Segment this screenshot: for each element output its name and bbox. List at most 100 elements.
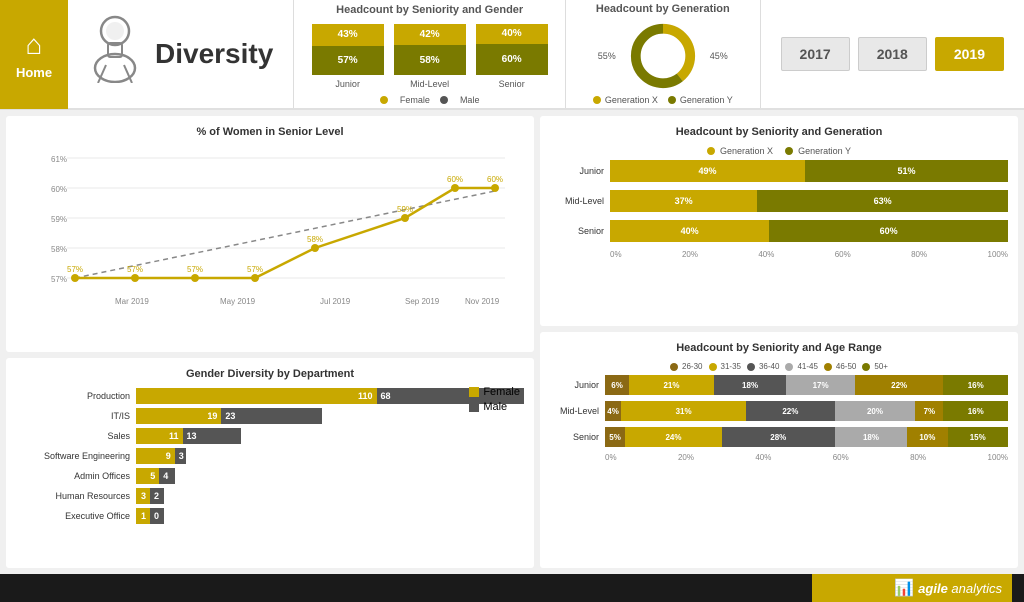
junior-male-bar: 57%	[312, 46, 384, 76]
svg-text:61%: 61%	[51, 155, 67, 164]
age-x-axis: 0% 20% 40% 60% 80% 100%	[605, 453, 1008, 462]
dept-name-admin: Admin Offices	[16, 471, 136, 481]
dept-name-production: Production	[16, 391, 136, 401]
left-column: % of Women in Senior Level 61% 60% 59% 5…	[0, 110, 540, 574]
gen-y-pct: 45%	[710, 51, 728, 61]
senior-41-45: 18%	[835, 427, 908, 447]
dept-bars-admin: 5 4	[136, 468, 524, 484]
seniority-age-chart: Headcount by Seniority and Age Range 26-…	[540, 332, 1018, 568]
home-label: Home	[16, 65, 52, 80]
women-senior-chart: % of Women in Senior Level 61% 60% 59% 5…	[6, 116, 534, 352]
hr-male-bar: 2	[150, 488, 164, 504]
gender-diversity-title: Gender Diversity by Department	[16, 368, 524, 380]
svg-text:58%: 58%	[51, 245, 67, 254]
age-36-40-label: 36-40	[759, 362, 779, 371]
midlevel-gen-y-bar: 63%	[757, 190, 1008, 212]
year-filter: 2017 2018 2019	[761, 37, 1024, 71]
home-button[interactable]: ⌂ Home	[0, 0, 68, 109]
midlevel-gen-row: Mid-Level 37% 63%	[550, 190, 1008, 212]
age-41-45-dot	[785, 363, 793, 371]
svg-text:May 2019: May 2019	[220, 297, 256, 306]
midlevel-26-30: 4%	[605, 401, 621, 421]
senior-bar-group: 40% 60% Senior	[476, 24, 548, 89]
year-2018-button[interactable]: 2018	[858, 37, 927, 71]
softeng-female-bar: 9	[136, 448, 175, 464]
gen-x-legend-label: Generation X	[720, 146, 773, 156]
dept-bars-hr: 3 2	[136, 488, 524, 504]
junior-female-bar: 43%	[312, 24, 384, 46]
junior-label: Junior	[335, 79, 360, 89]
junior-bar-group: 43% 57% Junior	[312, 24, 384, 89]
gen-x-label: Generation X	[605, 95, 658, 105]
age-31-35-dot	[709, 363, 717, 371]
brand-name: agile analytics	[918, 581, 1002, 596]
headcount-gen-title: Headcount by Generation	[582, 3, 743, 15]
junior-gen-label: Junior	[550, 166, 610, 176]
dept-bars-exec: 1 0	[136, 508, 524, 524]
female-legend-item: Female	[469, 386, 520, 398]
gen-x-pct: 55%	[598, 51, 616, 61]
dept-name-itis: IT/IS	[16, 411, 136, 421]
age-50plus-dot	[862, 363, 870, 371]
senior-gen-label: Senior	[550, 226, 610, 236]
midlevel-36-40: 22%	[746, 401, 835, 421]
dept-bars: Production 110 68 IT/IS 19 23 Sale	[16, 388, 524, 524]
male-legend-box	[469, 402, 479, 412]
senior-bar-stack: 40% 60%	[476, 24, 548, 76]
diversity-section: Diversity	[68, 0, 294, 108]
svg-text:Jul 2019: Jul 2019	[320, 297, 351, 306]
gen-y-label: Generation Y	[680, 95, 733, 105]
age-26-30-label: 26-30	[682, 362, 702, 371]
midlevel-age-label: Mid-Level	[550, 406, 605, 416]
dept-row-admin: Admin Offices 5 4	[16, 468, 524, 484]
senior-female-bar: 40%	[476, 24, 548, 45]
year-2019-button[interactable]: 2019	[935, 37, 1004, 71]
seniority-age-title: Headcount by Seniority and Age Range	[550, 342, 1008, 354]
chart-icon: 📊	[894, 578, 914, 598]
gender-diversity-chart: Gender Diversity by Department Productio…	[6, 358, 534, 568]
svg-text:57%: 57%	[127, 265, 143, 274]
gen-legend: Generation X Generation Y	[582, 95, 743, 105]
midlevel-bar-stack: 42% 58%	[394, 24, 466, 76]
itis-male-bar: 23	[221, 408, 322, 424]
headcount-gender-panel: Headcount by Seniority and Gender 43% 57…	[294, 0, 566, 108]
midlevel-gen-x-bar: 37%	[610, 190, 757, 212]
gender-legend: Female Male	[310, 95, 549, 105]
header: ⌂ Home Diversity Headcount by Seniority …	[0, 0, 1024, 110]
admin-female-bar: 5	[136, 468, 159, 484]
seniority-gen-title: Headcount by Seniority and Generation	[550, 126, 1008, 138]
svg-text:Sep 2019: Sep 2019	[405, 297, 440, 306]
senior-36-40: 28%	[722, 427, 835, 447]
main-content: % of Women in Senior Level 61% 60% 59% 5…	[0, 110, 1024, 574]
svg-text:57%: 57%	[247, 265, 263, 274]
midlevel-31-35: 31%	[621, 401, 746, 421]
right-column: Headcount by Seniority and Generation Ge…	[540, 110, 1024, 574]
junior-41-45: 17%	[786, 375, 855, 395]
junior-36-40: 18%	[714, 375, 787, 395]
senior-age-row: Senior 5% 24% 28% 18% 10% 15%	[550, 427, 1008, 447]
midlevel-50plus: 16%	[943, 401, 1007, 421]
sales-female-bar: 11	[136, 428, 183, 444]
women-senior-title: % of Women in Senior Level	[16, 126, 524, 138]
midlevel-age-bars: 4% 31% 22% 20% 7% 16%	[605, 401, 1008, 421]
junior-26-30: 6%	[605, 375, 629, 395]
dept-name-exec: Executive Office	[16, 511, 136, 521]
age-46-50-dot	[824, 363, 832, 371]
year-2017-button[interactable]: 2017	[781, 37, 850, 71]
gen-x-dot	[593, 96, 601, 104]
seniority-gen-chart: Headcount by Seniority and Generation Ge…	[540, 116, 1018, 326]
male-legend-label: Male	[460, 95, 480, 105]
dept-row-softeng: Software Engineering 9 3	[16, 448, 524, 464]
senior-label: Senior	[499, 79, 525, 89]
footer: 📊 agile analytics	[0, 574, 1024, 602]
junior-gen-x-bar: 49%	[610, 160, 805, 182]
junior-46-50: 22%	[855, 375, 944, 395]
gen-y-legend-dot	[785, 147, 793, 155]
svg-text:Nov 2019: Nov 2019	[465, 297, 500, 306]
dept-bars-sales: 11 13	[136, 428, 524, 444]
midlevel-age-row: Mid-Level 4% 31% 22% 20% 7% 16%	[550, 401, 1008, 421]
male-dot	[440, 96, 448, 104]
age-46-50-label: 46-50	[836, 362, 856, 371]
dept-row-sales: Sales 11 13	[16, 428, 524, 444]
itis-female-bar: 19	[136, 408, 221, 424]
